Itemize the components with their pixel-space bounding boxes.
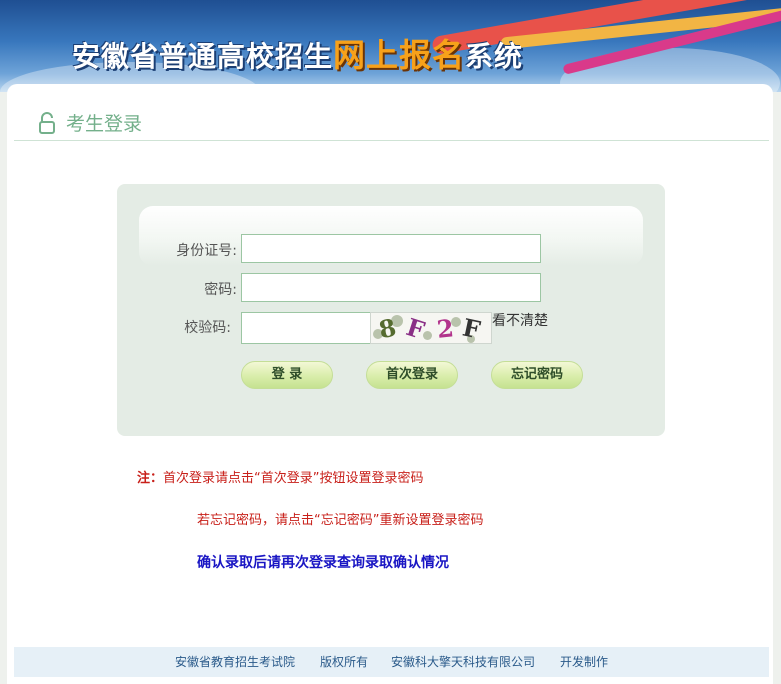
banner-title-highlight: 网上报名: [333, 36, 466, 74]
banner-title-part1: 安徽省普通高校招生: [72, 40, 334, 73]
login-button[interactable]: 登 录: [241, 361, 333, 389]
header-banner: 安徽省普通高校招生网上报名系统: [0, 0, 781, 92]
captcha-char: F: [460, 312, 483, 344]
note-first-login-text: 首次登录请点击“首次登录”按钮设置登录密码: [163, 471, 424, 486]
captcha-noise: [423, 331, 432, 340]
banner-title-part2: 系统: [465, 40, 524, 73]
footer: 安徽省教育招生考试院 版权所有 安徽科大擎天科技有限公司 开发制作: [14, 647, 769, 677]
note-first-login: 注：首次登录请点击“首次登录”按钮设置登录密码: [137, 470, 424, 488]
password-field[interactable]: [241, 273, 541, 302]
first-login-button[interactable]: 首次登录: [366, 361, 458, 389]
footer-dev: 开发制作: [560, 655, 609, 669]
captcha-input[interactable]: [242, 313, 370, 343]
forgot-password-button[interactable]: 忘记密码: [491, 361, 583, 389]
footer-org: 安徽省教育招生考试院: [175, 655, 296, 669]
refresh-captcha-link[interactable]: 看不清楚: [492, 311, 548, 331]
captcha-field[interactable]: [241, 312, 371, 344]
footer-company: 安徽科大擎天科技有限公司: [391, 655, 536, 669]
banner-title: 安徽省普通高校招生网上报名系统: [72, 30, 523, 76]
note-admission-confirm: 确认录取后请再次登录查询录取确认情况: [197, 555, 449, 571]
section-title: 考生登录: [66, 113, 143, 135]
id-number-field[interactable]: [241, 234, 541, 263]
captcha-label: 校验码:: [184, 320, 231, 336]
captcha-image[interactable]: 8 F 2 F: [370, 312, 492, 344]
note-prefix: 注：: [137, 471, 164, 486]
password-input[interactable]: [242, 274, 540, 301]
id-number-label: 身份证号:: [176, 243, 237, 259]
footer-rights: 版权所有: [320, 655, 369, 669]
section-header: 考生登录: [14, 112, 769, 141]
id-number-input[interactable]: [242, 235, 540, 262]
login-panel: [117, 184, 665, 436]
note-forgot-password: 若忘记密码，请点击“忘记密码”重新设置登录密码: [197, 513, 484, 528]
captcha-char: 2: [435, 313, 456, 344]
lock-icon: [39, 112, 55, 134]
password-label: 密码:: [204, 282, 237, 298]
